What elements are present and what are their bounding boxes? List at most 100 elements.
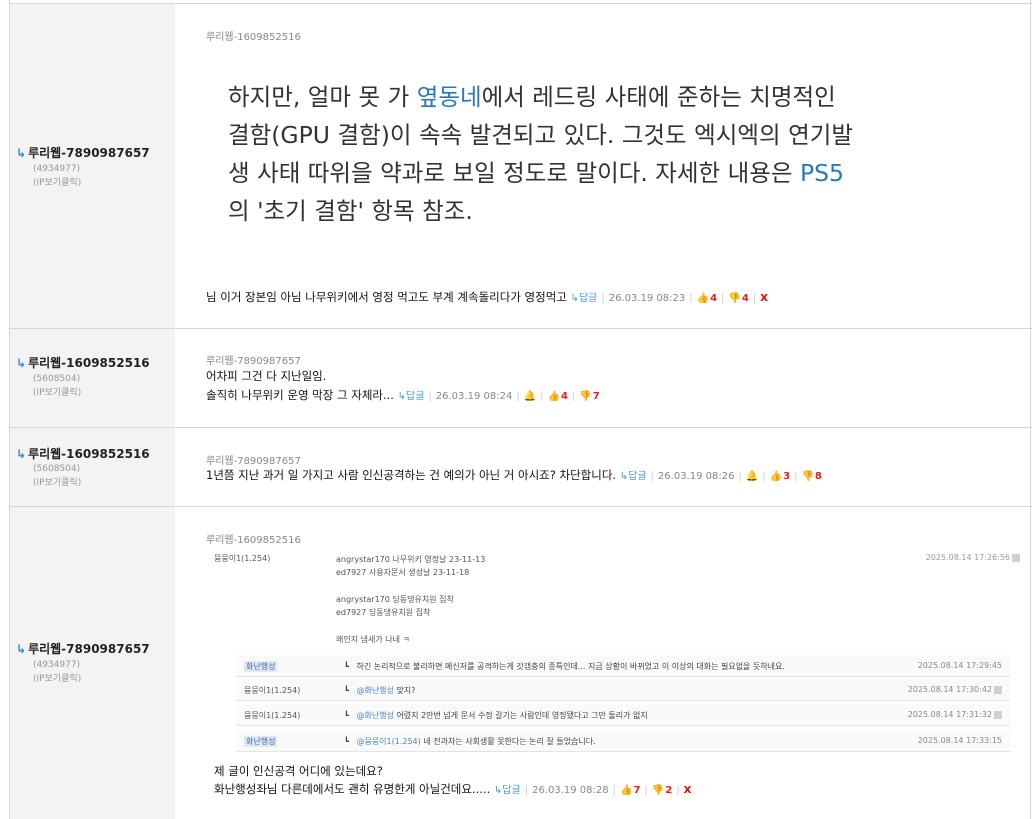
reply-arrow-icon: ↳: [16, 356, 27, 370]
embed-reply-body: ┗ @화난행성 맞지?: [344, 686, 416, 695]
quoted-text-line: 결함(GPU 결함)이 속속 발견되고 있다. 그것도 엑시엑의 연기발: [228, 121, 853, 149]
comment-author-panel: ↳ 루리웹-1609852516 (5608504) (IP보기클릭): [10, 428, 175, 506]
embed-reply-row: 화난행성 ┗ @뮴뭉이1(1.254) 네 전과자는 사회생활 못한다는 논리 …: [236, 730, 1010, 752]
reply-arrow-icon: ↳: [16, 642, 27, 656]
downvote-button[interactable]: 👎2: [652, 785, 672, 796]
author-meta: (5608504) (IP보기클릭): [33, 462, 81, 490]
report-icon: [994, 710, 1002, 719]
embed-reply-author: 화난행성: [244, 736, 278, 747]
embed-reply-row: 뮴뭉이1(1.254) ┗ @화난행성 맞지? 2025.08.14 17:30…: [236, 679, 1010, 701]
ip-view-link[interactable]: (IP보기클릭): [33, 672, 81, 686]
comment-item: ↳ 루리웹-1609852516 (5608504) (IP보기클릭) 루리웹-7…: [10, 427, 1032, 506]
comment-body: 루리웹-7890987657 1년쯤 지난 과거 일 가지고 사람 인신공격하는…: [206, 428, 1022, 506]
author-meta: (4934977) (IP보기클릭): [33, 162, 81, 190]
comment-author-panel: ↳ 루리웹-7890987657 (4934977) (IP보기클릭): [10, 4, 175, 328]
delete-button[interactable]: X: [684, 785, 692, 796]
embed-reply-time: 2025.08.14 17:29:45: [917, 661, 1002, 670]
reply-to-user[interactable]: 루리웹-7890987657: [206, 352, 301, 367]
author-id-number: (5608504): [33, 464, 81, 474]
comment-text: 화난행성좌님 다른데에서도 괜히 유명한게 아닐건데요..... ↳답글 | 26.…: [214, 782, 692, 796]
thumbs-down-icon: 👎: [651, 785, 665, 796]
reply-to-user[interactable]: 루리웹-7890987657: [206, 452, 301, 467]
report-icon: [1012, 553, 1020, 562]
downvote-button[interactable]: 👎4: [728, 293, 748, 304]
reply-to-user[interactable]: 루리웹-1609852516: [206, 531, 301, 546]
ip-view-link[interactable]: (IP보기클릭): [33, 476, 81, 490]
report-bell-icon[interactable]: 🔔: [524, 391, 536, 402]
upvote-button[interactable]: 👍7: [620, 785, 640, 796]
comment-body: 루리웹-7890987657 어차피 그건 다 지난일임. 솔직히 나무위키 운…: [206, 329, 1022, 427]
comment-date: 26.03.19 08:26: [657, 471, 735, 482]
thumbs-down-icon: 👎: [801, 471, 814, 482]
author-id-number: (4934977): [33, 660, 81, 670]
comment-item: ↳ 루리웹-1609852516 (5608504) (IP보기클릭) 루리웹-7…: [10, 328, 1032, 427]
thumbs-down-icon: 👎: [728, 293, 741, 304]
embed-reply-time: 2025.08.14 17:31:32: [908, 710, 1002, 719]
quoted-text-line: 생 사태 따위을 약과로 보일 정도로 말이다. 자세한 내용은 PS5: [228, 159, 845, 187]
downvote-button[interactable]: 👎7: [579, 391, 599, 402]
comment-date: 26.03.19 08:24: [435, 391, 513, 402]
reply-arrow-icon: ↳: [16, 146, 27, 160]
author-meta: (5608504) (IP보기클릭): [33, 372, 81, 400]
upvote-button[interactable]: 👍3: [770, 471, 790, 482]
embed-reply-body: ┗ @뮴뭉이1(1.254) 네 전과자는 사회생활 못한다는 논리 잘 들었습…: [344, 737, 596, 746]
reply-to-user[interactable]: 루리웹-1609852516: [206, 28, 301, 43]
namuwiki-link[interactable]: 옆동네: [417, 83, 482, 111]
comment-actions: ↳답글 | 26.03.19 08:23 | 👍4 | 👎4 | X: [570, 293, 768, 304]
thumbs-up-icon: 👍: [769, 471, 783, 482]
comment-text-line: 어차피 그건 다 지난일임.: [206, 369, 327, 383]
embed-reply-body: ┗ 하긴 논리적으로 불리하면 메신저를 공격하는게 갓갬충의 종특인데... …: [344, 662, 785, 671]
quoted-text-line: 하지만, 얼마 못 가 옆동네에서 레드링 사태에 준하는 치명적인: [228, 83, 836, 111]
comment-list: ↳ 루리웹-7890987657 (4934977) (IP보기클릭) 루리웹-1…: [9, 0, 1032, 819]
embed-reply-time: 2025.08.14 17:30:42: [908, 685, 1002, 694]
embed-reply-time: 2025.08.14 17:33:15: [917, 736, 1002, 745]
author-id-number: (5608504): [33, 374, 81, 384]
reply-button[interactable]: ↳답글: [494, 785, 521, 796]
comment-item: ↳ 루리웹-7890987657 (4934977) (IP보기클릭) 루리웹-1…: [10, 3, 1032, 328]
embed-time: 2025.08.14 17:26:56: [926, 553, 1020, 562]
embed-reply-row: 화난행성 ┗ 하긴 논리적으로 불리하면 메신저를 공격하는게 갓갬충의 종특인…: [236, 655, 1010, 677]
report-icon: [994, 685, 1002, 694]
embed-text: angrystar170 나무위키 영정날 23-11-13 ed7927 사용…: [336, 555, 486, 644]
delete-button[interactable]: X: [760, 293, 768, 304]
author-name[interactable]: ↳ 루리웹-1609852516: [16, 354, 150, 371]
comment-text: 1년쯤 지난 과거 일 가지고 사람 인신공격하는 건 예의가 아닌 거 아시죠…: [206, 468, 822, 482]
comment-actions: ↳답글 | 26.03.19 08:24 | 🔔 | 👍4 | 👎7: [397, 391, 600, 402]
reply-button[interactable]: ↳답글: [620, 471, 647, 482]
ip-view-link[interactable]: (IP보기클릭): [33, 386, 81, 400]
embed-reply-author: 화난행성: [244, 661, 278, 672]
ps5-link[interactable]: PS5: [800, 159, 844, 187]
author-name[interactable]: ↳ 루리웹-1609852516: [16, 445, 150, 462]
author-name[interactable]: ↳ 루리웹-7890987657: [16, 640, 150, 657]
comment-author-panel: ↳ 루리웹-7890987657 (4934977) (IP보기클릭): [10, 507, 175, 819]
embed-reply-author: 뮴뭉이1(1.254): [244, 711, 301, 720]
downvote-button[interactable]: 👎8: [801, 471, 821, 482]
comment-author-panel: ↳ 루리웹-1609852516 (5608504) (IP보기클릭): [10, 329, 175, 427]
embed-reply-body: ┗ @화난행성 어렸지 2만번 넘게 문서 수정 갈기는 사람인데 영정됐다고 …: [344, 711, 648, 720]
reply-arrow-icon: ↳: [16, 447, 27, 461]
embed-reply-row: 뮴뭉이1(1.254) ┗ @화난행성 어렸지 2만번 넘게 문서 수정 갈기는…: [236, 704, 1010, 726]
embed-author: 뮴뭉이1(1.254): [214, 554, 271, 563]
comment-date: 26.03.19 08:28: [532, 785, 609, 796]
reply-button[interactable]: ↳답글: [398, 391, 425, 402]
comment-item: ↳ 루리웹-7890987657 (4934977) (IP보기클릭) 루리웹-1…: [10, 506, 1032, 819]
upvote-button[interactable]: 👍4: [548, 391, 568, 402]
author-name[interactable]: ↳ 루리웹-7890987657: [16, 144, 150, 161]
comment-actions: ↳답글 | 26.03.19 08:28 | 👍7 | 👎2 | X: [493, 785, 692, 796]
report-bell-icon[interactable]: 🔔: [746, 471, 758, 482]
ip-view-link[interactable]: (IP보기클릭): [33, 176, 81, 190]
embed-reply-author: 뮴뭉이1(1.254): [244, 686, 301, 695]
comment-actions: ↳답글 | 26.03.19 08:26 | 🔔 | 👍3 | 👎8: [619, 471, 822, 482]
comment-body: 루리웹-1609852516 뮴뭉이1(1.254) angrystar170 …: [206, 507, 1022, 819]
author-meta: (4934977) (IP보기클릭): [33, 658, 81, 686]
comment-text: 님 이거 장본임 아님 나무위키에서 영정 먹고도 부계 계속돌리다가 영정먹고…: [206, 290, 768, 304]
comment-body: 루리웹-1609852516 하지만, 얼마 못 가 옆동네에서 레드링 사태에…: [206, 4, 1022, 328]
reply-button[interactable]: ↳답글: [571, 293, 598, 304]
comment-date: 26.03.19 08:23: [608, 293, 686, 304]
thumbs-up-icon: 👍: [547, 391, 560, 402]
thumbs-up-icon: 👍: [619, 785, 633, 796]
thumbs-down-icon: 👎: [579, 391, 592, 402]
comment-text: 솔직히 나무위키 운영 막장 그 자체라... ↳답글 | 26.03.19 08:…: [206, 388, 600, 402]
author-id-number: (4934977): [33, 164, 81, 174]
upvote-button[interactable]: 👍4: [697, 293, 717, 304]
